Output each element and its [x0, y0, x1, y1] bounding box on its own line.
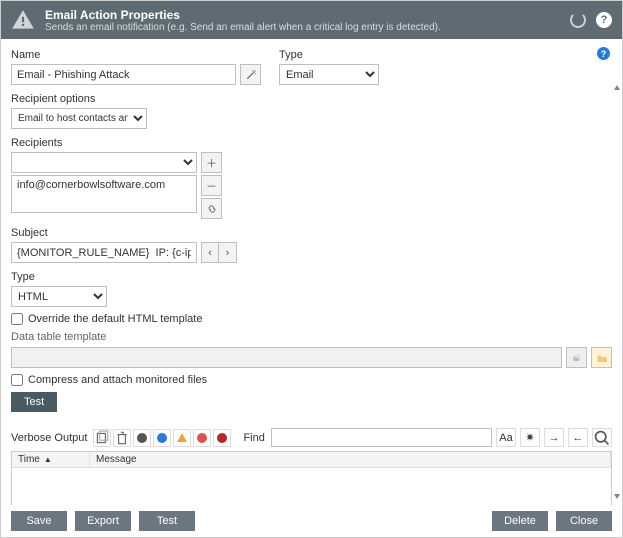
- dialog-footer: Save Export Test Delete Close: [1, 505, 622, 537]
- match-case-button[interactable]: Aa: [496, 428, 516, 447]
- remove-recipient-button[interactable]: －: [201, 175, 222, 196]
- find-prev-button[interactable]: ←: [568, 428, 588, 447]
- help-icon[interactable]: ?: [596, 12, 612, 28]
- template-browse-button[interactable]: [591, 347, 612, 368]
- link-recipient-button[interactable]: [201, 198, 222, 219]
- compress-checkbox[interactable]: [11, 374, 23, 386]
- override-template-label: Override the default HTML template: [28, 313, 202, 325]
- find-input[interactable]: [271, 428, 492, 447]
- info-dot-icon[interactable]: [133, 429, 151, 447]
- find-label: Find: [243, 432, 264, 444]
- add-recipient-button[interactable]: ＋: [201, 152, 222, 173]
- dialog-title: Email Action Properties: [45, 8, 570, 22]
- blue-dot-icon[interactable]: [153, 429, 171, 447]
- delete-icon[interactable]: [113, 429, 131, 447]
- column-message[interactable]: Message: [90, 452, 611, 467]
- dialog-subtitle: Sends an email notification (e.g. Send a…: [45, 22, 570, 33]
- copy-icon[interactable]: [93, 429, 111, 447]
- body-type-select[interactable]: HTML: [11, 286, 107, 307]
- template-erase-button[interactable]: [566, 347, 587, 368]
- warning-triangle-icon[interactable]: [173, 429, 191, 447]
- verbose-output-label: Verbose Output: [11, 432, 87, 444]
- dialog-header: Email Action Properties Sends an email n…: [1, 1, 622, 39]
- error-dot-icon[interactable]: [193, 429, 211, 447]
- find-search-button[interactable]: [592, 428, 612, 447]
- subject-label: Subject: [11, 227, 197, 239]
- subject-next-button[interactable]: ›: [219, 242, 237, 263]
- column-time[interactable]: Time▲: [12, 452, 90, 467]
- find-next-button[interactable]: →: [544, 428, 564, 447]
- verbose-output-body[interactable]: [12, 468, 611, 505]
- regex-button[interactable]: ✷: [520, 428, 540, 447]
- test-button[interactable]: Test: [11, 392, 57, 412]
- verbose-output-table: Time▲ Message: [11, 451, 612, 505]
- override-template-checkbox[interactable]: [11, 313, 23, 325]
- content-area: ? Name Type Email Recipient options Emai…: [1, 39, 622, 505]
- name-input[interactable]: [11, 64, 236, 85]
- vertical-scrollbar[interactable]: [614, 85, 620, 499]
- compress-label: Compress and attach monitored files: [28, 374, 207, 386]
- type-select[interactable]: Email: [279, 64, 379, 85]
- recipient-options-select[interactable]: Email to host contacts and recipients be…: [11, 108, 147, 129]
- name-label: Name: [11, 49, 261, 61]
- save-button[interactable]: Save: [11, 511, 67, 531]
- info-icon[interactable]: ?: [597, 47, 610, 60]
- footer-test-button[interactable]: Test: [139, 511, 195, 531]
- recipients-dropdown[interactable]: [11, 152, 197, 173]
- data-table-template-input[interactable]: [11, 347, 562, 368]
- subject-prev-button[interactable]: ‹: [201, 242, 219, 263]
- delete-button[interactable]: Delete: [492, 511, 548, 531]
- magic-wand-button[interactable]: [240, 64, 261, 85]
- recipients-label: Recipients: [11, 137, 612, 149]
- recipients-list[interactable]: info@cornerbowlsoftware.com: [11, 175, 197, 213]
- alert-icon: [9, 6, 37, 34]
- recipient-options-label: Recipient options: [11, 93, 147, 105]
- data-table-template-label: Data table template: [11, 331, 612, 343]
- loading-spinner-icon: [570, 12, 586, 28]
- close-button[interactable]: Close: [556, 511, 612, 531]
- subject-input[interactable]: [11, 242, 197, 263]
- type-label: Type: [279, 49, 379, 61]
- body-type-label: Type: [11, 271, 107, 283]
- export-button[interactable]: Export: [75, 511, 131, 531]
- critical-dot-icon[interactable]: [213, 429, 231, 447]
